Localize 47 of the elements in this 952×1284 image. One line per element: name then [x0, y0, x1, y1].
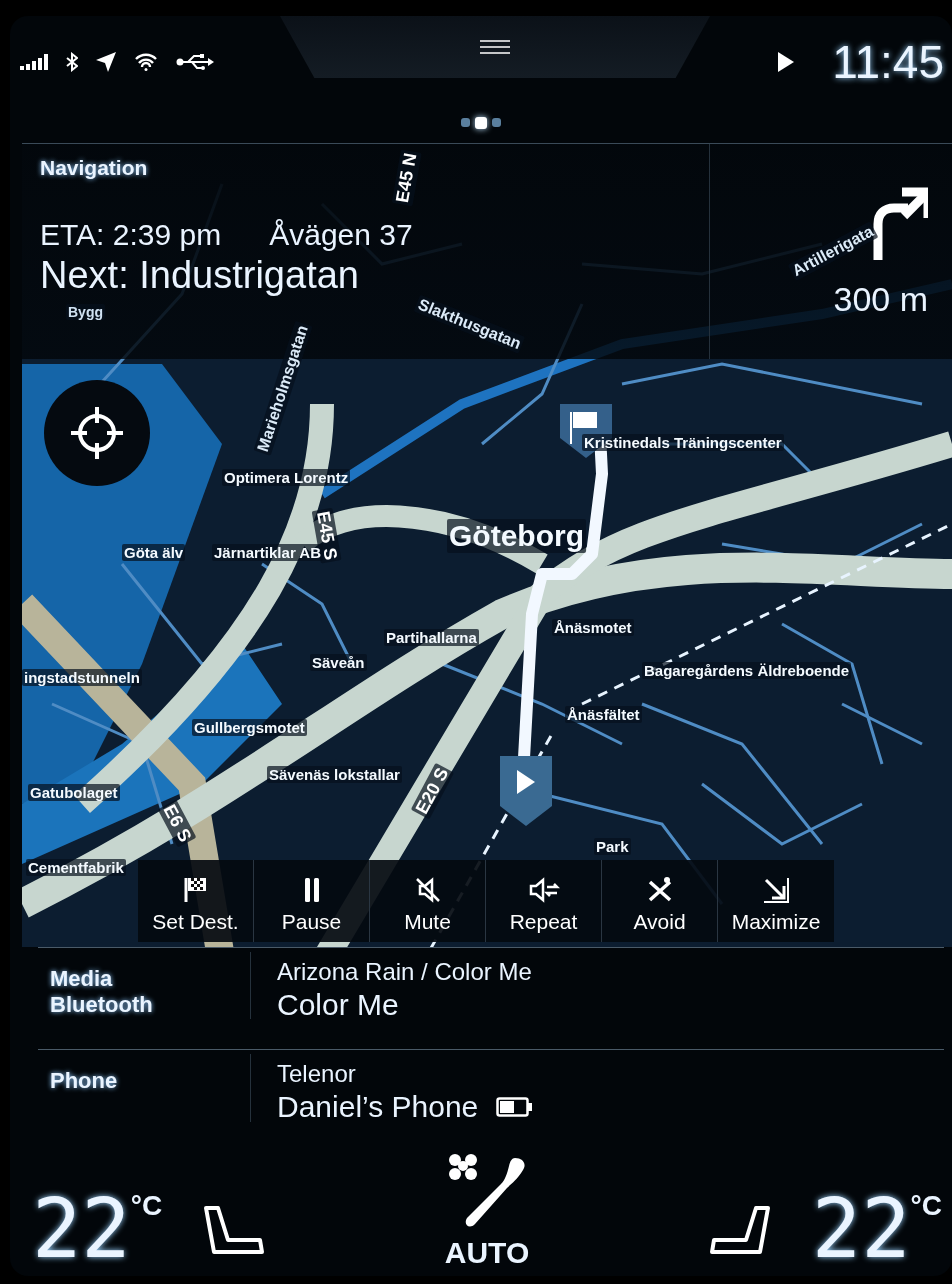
- map-label: Bygg: [66, 304, 105, 321]
- play-icon[interactable]: [778, 51, 795, 72]
- map-action-button[interactable]: Avoid: [602, 860, 718, 943]
- map-label: Gullbergsmotet: [192, 719, 307, 737]
- next-street: Next: Industrigatan: [40, 254, 360, 298]
- map-action-button[interactable]: Set Dest.: [138, 860, 254, 943]
- map-action-button[interactable]: Repeat: [486, 860, 602, 943]
- location-arrow-icon: [96, 51, 116, 72]
- vehicle-position-marker: [500, 756, 552, 827]
- map-action-button[interactable]: Mute: [370, 860, 486, 943]
- map-label: Järnartiklar AB: [212, 544, 323, 562]
- carrier-name: Telenor: [277, 1060, 357, 1089]
- map-label: Göta älv: [122, 544, 186, 562]
- map-label: Göteborg: [447, 519, 586, 554]
- section-title: Navigation: [40, 156, 148, 181]
- map-label: Ånäsfältet: [565, 706, 642, 724]
- device-name: Daniel’s Phone: [277, 1090, 479, 1125]
- map-label: Kristinedals Träningscenter: [582, 434, 784, 452]
- map-label: Ånäsmotet: [552, 619, 634, 637]
- track-title: Color Me: [277, 987, 400, 1022]
- crosshair-icon[interactable]: [69, 405, 125, 462]
- map-label: Partihallarna: [384, 629, 479, 647]
- destination-street: Åvägen 37: [269, 218, 413, 253]
- menu-icon[interactable]: [480, 40, 510, 54]
- map-label: Gatubolaget: [28, 784, 120, 802]
- map-action-button[interactable]: Maximize: [718, 860, 834, 943]
- wifi-icon: [134, 52, 158, 71]
- track-info: Arizona Rain / Color Me: [277, 957, 532, 986]
- map-label: Sävenäs lokstallar: [267, 766, 402, 784]
- turn-distance: 300 m: [833, 280, 928, 320]
- map-label: Cementfabrik: [26, 859, 126, 877]
- clock-time: 11:45: [832, 34, 944, 89]
- section-title: Phone: [50, 1068, 119, 1095]
- map-label: Optimera Lorentz: [222, 469, 351, 487]
- map-label: Säveån: [310, 654, 367, 672]
- usb-icon: [176, 52, 214, 71]
- source-label: Bluetooth: [50, 991, 154, 1018]
- climate-mode[interactable]: AUTO: [444, 1236, 530, 1270]
- map-label: Park: [594, 838, 631, 856]
- map-label: ingstadstunneln: [22, 669, 142, 687]
- battery-icon: [496, 1097, 533, 1118]
- source-label: Media: [50, 965, 114, 992]
- bluetooth-icon: [66, 51, 78, 72]
- map-action-button[interactable]: Pause: [254, 860, 370, 943]
- signal-icon: [20, 53, 48, 70]
- map-label: Bagaregårdens Äldreboende: [642, 662, 852, 680]
- eta-text: ETA: 2:39 pm: [40, 218, 222, 253]
